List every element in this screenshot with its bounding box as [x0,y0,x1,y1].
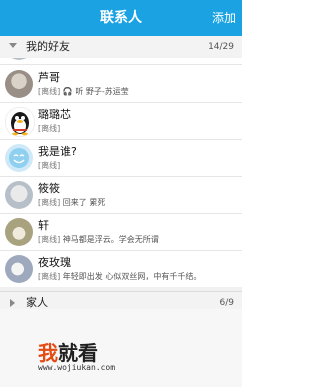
list-item[interactable]: 璐璐芯 [离线] [0,103,242,140]
list-item[interactable]: 轩 [离线] 神马都是浮云。学会无所谓 [0,214,242,251]
online-status: [离线] [38,272,61,281]
chevron-right-icon [10,299,15,307]
group-name: 我的好友 [26,40,70,53]
online-status: [离线] [38,198,61,207]
list-item[interactable]: 芦哥 [离线] 🎧 听 野子-苏运莹 [0,66,242,103]
contact-signature: 年轻即出发 心似双丝网，中有千千结。 [62,272,202,281]
contact-signature: 听 野子-苏运莹 [75,87,129,96]
list-item[interactable]: 夜玫瑰 [离线] 年轻即出发 心似双丝网，中有千千结。 [0,251,242,287]
contact-name: 夜玫瑰 [38,256,71,269]
headphones-icon: 🎧 [62,87,73,96]
add-button[interactable]: 添加 [212,0,236,36]
online-status: [离线] [38,87,61,96]
page-title: 联系人 [100,10,142,26]
contact-status-line: [离线] [38,123,60,134]
contact-status-line: [离线] 年轻即出发 心似双丝网，中有千千结。 [38,271,201,282]
watermark-logo: 我就看 [38,341,98,365]
friends-list: 芦哥 [离线] 🎧 听 野子-苏运莹 璐璐芯 [离线] 我是谁? [离线] 筱筱… [0,58,242,287]
title-bar: 联系人 添加 [0,0,242,36]
online-status: [离线] [38,235,61,244]
avatar [5,218,33,246]
list-item[interactable]: 我是谁? [离线] [0,140,242,177]
avatar [5,70,33,98]
smiley-icon [9,148,29,168]
group-header-friends[interactable]: 我的好友 14/29 [0,36,242,59]
contact-status-line: [离线] 🎧 听 野子-苏运莹 [38,86,129,97]
avatar [5,58,33,60]
avatar [5,107,35,137]
list-item[interactable]: 筱筱 [离线] 回来了 累死 [0,177,242,214]
contact-name: 芦哥 [38,71,60,84]
chevron-down-icon [9,43,17,48]
contact-signature: 神马都是浮云。学会无所谓 [62,235,159,244]
contact-signature: 回来了 累死 [62,198,106,207]
contact-name: 筱筱 [38,182,60,195]
contact-name: 轩 [38,219,49,232]
watermark: 我就看 www.wojiukan.com [38,337,168,377]
watermark-url: www.wojiukan.com [38,363,116,372]
contact-status-line: [离线] [38,160,60,171]
online-status: [离线] [38,124,61,133]
contacts-screen: 联系人 添加 我的好友 14/29 芦哥 [离线] 🎧 听 野子-苏运莹 璐璐芯… [0,0,242,387]
contact-name: 我是谁? [38,145,77,158]
avatar [5,181,33,209]
contact-name: 璐璐芯 [38,108,71,121]
contact-status-line: [离线] 回来了 累死 [38,197,105,208]
penguin-icon [11,112,29,136]
group-online-count: 14/29 [208,42,234,52]
list-item[interactable] [0,58,242,65]
avatar [5,144,33,172]
online-status: [离线] [38,161,61,170]
contact-status-line: [离线] 神马都是浮云。学会无所谓 [38,234,159,245]
avatar [5,255,33,283]
